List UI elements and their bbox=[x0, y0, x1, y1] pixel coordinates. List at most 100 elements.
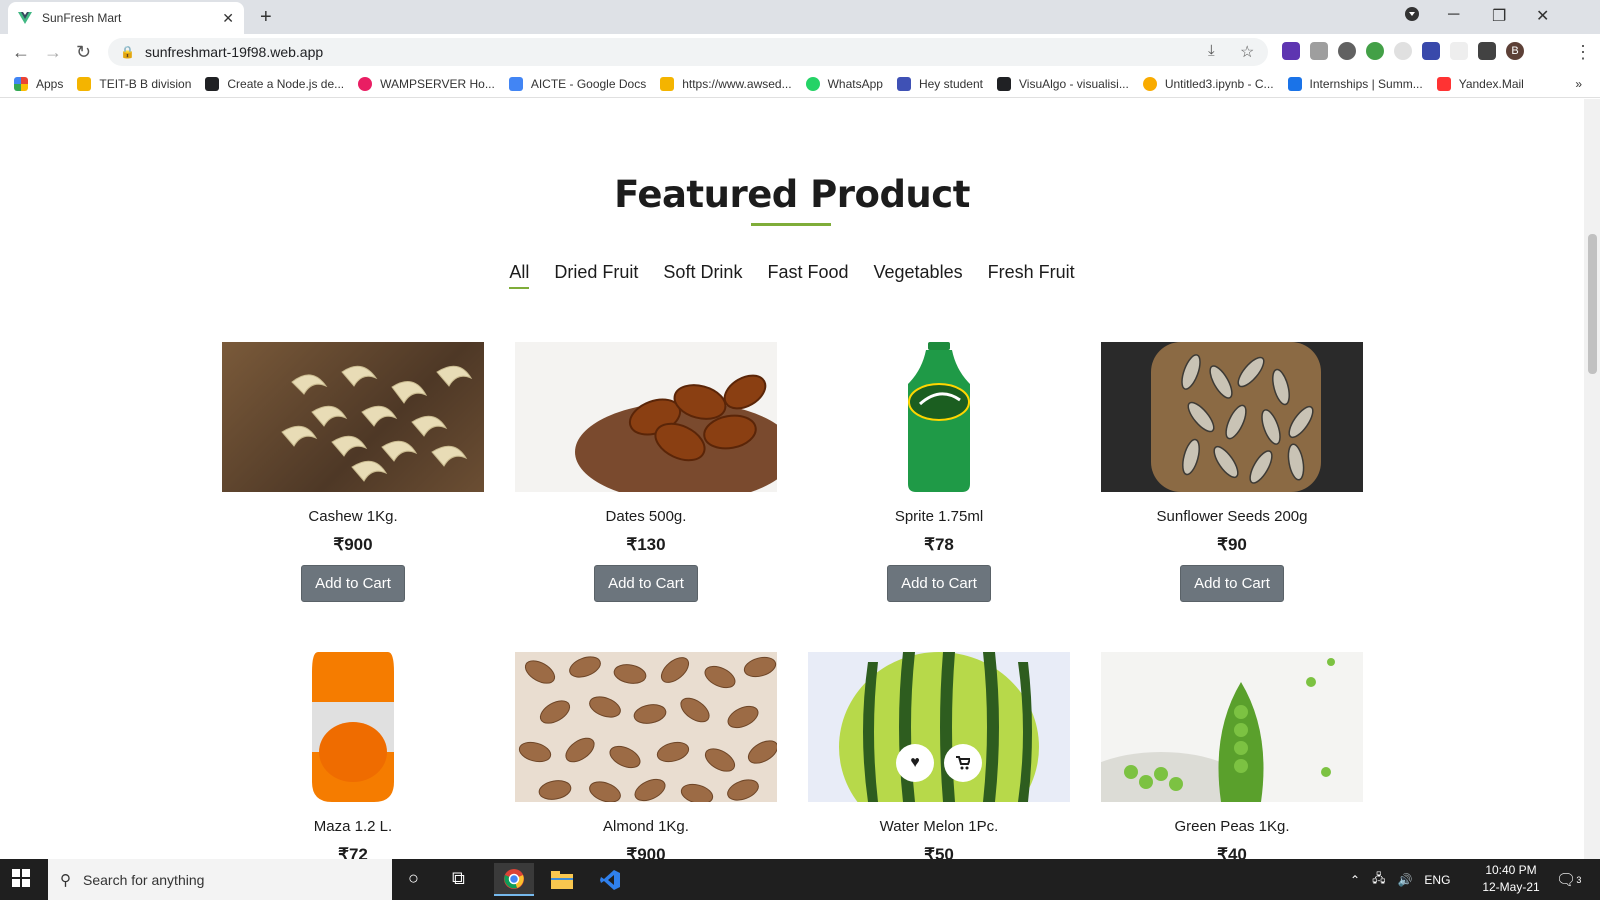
bookmark-star-icon[interactable]: ☆ bbox=[1240, 42, 1254, 62]
docs-icon bbox=[508, 76, 523, 91]
green-peas-image bbox=[1101, 658, 1335, 802]
product-name: Cashew 1Kg. bbox=[308, 508, 398, 525]
product-name: Maza 1.2 L. bbox=[313, 818, 393, 835]
notifications-icon[interactable]: 🗨 3 bbox=[1556, 859, 1581, 900]
add-to-cart-button[interactable]: Add to Cart bbox=[594, 565, 698, 602]
filter-fresh-fruit[interactable]: Fresh Fruit bbox=[988, 262, 1075, 289]
extension-icon[interactable] bbox=[1366, 42, 1384, 60]
chrome-taskbar-icon[interactable] bbox=[494, 863, 534, 896]
close-tab-icon[interactable]: ✕ bbox=[222, 10, 234, 27]
product-price: ₹50 bbox=[924, 845, 954, 859]
cortana-icon[interactable]: ○ bbox=[408, 868, 419, 889]
page-scrollbar[interactable] bbox=[1584, 99, 1600, 859]
language-indicator[interactable]: ENG bbox=[1424, 873, 1450, 887]
bookmark-item[interactable]: WhatsApp bbox=[805, 76, 883, 91]
bookmark-item[interactable]: Hey student bbox=[896, 76, 983, 91]
bookmark-item[interactable]: Apps bbox=[14, 76, 63, 91]
product-image-cashew[interactable] bbox=[222, 342, 484, 492]
browser-tab[interactable]: SunFresh Mart ✕ bbox=[8, 2, 244, 34]
whatsapp-icon bbox=[805, 76, 820, 91]
menu-kebab-icon[interactable]: ⋮ bbox=[1574, 42, 1592, 63]
task-view-icon[interactable]: ⧉ bbox=[452, 868, 465, 889]
extension-icon[interactable] bbox=[1394, 42, 1412, 60]
bookmark-item[interactable]: Untitled3.ipynb - C... bbox=[1142, 76, 1274, 91]
bookmark-item[interactable]: Create a Node.js de... bbox=[205, 76, 345, 91]
product-name: Water Melon 1Pc. bbox=[879, 818, 999, 835]
bookmark-item[interactable]: Yandex.Mail bbox=[1436, 76, 1524, 91]
bookmark-item[interactable]: VisuAlgo - visualisi... bbox=[997, 76, 1129, 91]
product-card: Sprite 1.75ml ₹78 Add to Cart bbox=[808, 342, 1070, 602]
vscode-icon[interactable] bbox=[590, 863, 630, 896]
windows-taskbar: ⚲ Search for anything ○ ⧉ ⌃ 🖧 🔊 ENG 10:4… bbox=[0, 859, 1600, 900]
extension-icon[interactable] bbox=[1422, 42, 1440, 60]
search-placeholder: Search for anything bbox=[83, 871, 205, 888]
bookmark-item[interactable]: https://www.awsed... bbox=[660, 76, 792, 91]
filter-fast-food[interactable]: Fast Food bbox=[767, 262, 848, 289]
more-bookmarks-icon[interactable]: » bbox=[1575, 77, 1582, 91]
back-icon[interactable]: ← bbox=[12, 42, 30, 63]
bookmark-item[interactable]: WAMPSERVER Ho... bbox=[358, 76, 495, 91]
chevron-up-icon[interactable]: ⌃ bbox=[1350, 873, 1360, 887]
wamp-icon bbox=[358, 76, 373, 91]
internshala-icon bbox=[1287, 76, 1302, 91]
filter-soft-drink[interactable]: Soft Drink bbox=[663, 262, 742, 289]
visualgo-icon bbox=[997, 76, 1011, 91]
network-icon[interactable]: 🖧 bbox=[1372, 869, 1385, 890]
puzzle-icon[interactable] bbox=[1478, 42, 1496, 60]
product-image-sunflower-seeds[interactable] bbox=[1101, 342, 1363, 492]
sprite-bottle-image bbox=[908, 342, 970, 492]
product-card: Dates 500g. ₹130 Add to Cart bbox=[515, 342, 777, 602]
quick-action-icons: ♥ bbox=[808, 744, 1070, 782]
extension-icon[interactable] bbox=[1310, 42, 1328, 60]
product-image-dates[interactable] bbox=[515, 342, 777, 492]
clock[interactable]: 10:40 PM 12-May-21 bbox=[1476, 862, 1546, 896]
windows-start-icon[interactable] bbox=[12, 869, 30, 892]
reload-icon[interactable]: ↻ bbox=[76, 42, 91, 63]
product-price: ₹900 bbox=[333, 535, 373, 554]
volume-icon[interactable]: 🔊 bbox=[1397, 873, 1412, 887]
bookmark-item[interactable]: TEIT-B B division bbox=[77, 76, 191, 91]
product-name: Sprite 1.75ml bbox=[894, 508, 984, 525]
window-close-icon[interactable]: ✕ bbox=[1536, 6, 1549, 26]
restore-icon[interactable]: ❐ bbox=[1492, 6, 1506, 26]
product-card: Cashew 1Kg. ₹900 Add to Cart bbox=[222, 342, 484, 602]
product-image-green-peas[interactable] bbox=[1101, 652, 1363, 802]
bookmark-label: https://www.awsed... bbox=[682, 76, 792, 91]
extension-icon[interactable] bbox=[1450, 42, 1468, 60]
wishlist-heart-icon[interactable]: ♥ bbox=[896, 744, 934, 782]
new-tab-button[interactable]: + bbox=[260, 6, 272, 29]
add-to-cart-button[interactable]: Add to Cart bbox=[301, 565, 405, 602]
add-to-cart-button[interactable]: Add to Cart bbox=[1180, 565, 1284, 602]
filter-dried-fruit[interactable]: Dried Fruit bbox=[554, 262, 638, 289]
file-explorer-icon[interactable] bbox=[542, 863, 582, 896]
add-to-cart-button[interactable]: Add to Cart bbox=[887, 565, 991, 602]
cart-icon[interactable] bbox=[944, 744, 982, 782]
install-icon[interactable]: ⤓ bbox=[1208, 42, 1215, 59]
bookmark-item[interactable]: Internships | Summ... bbox=[1287, 76, 1423, 91]
bookmark-item[interactable]: AICTE - Google Docs bbox=[508, 76, 646, 91]
filter-all[interactable]: All bbox=[509, 262, 530, 289]
vue-logo-icon bbox=[18, 12, 32, 24]
page-viewport: Featured Product All Dried Fruit Soft Dr… bbox=[0, 99, 1584, 859]
product-image-almond[interactable] bbox=[515, 652, 777, 802]
tab-search-icon[interactable] bbox=[1404, 6, 1420, 27]
product-image-sprite[interactable] bbox=[808, 342, 1070, 492]
taskbar-search-input[interactable]: ⚲ Search for anything bbox=[48, 859, 392, 900]
bookmark-label: Untitled3.ipynb - C... bbox=[1164, 76, 1274, 91]
address-bar[interactable]: 🔒 sunfreshmart-19f98.web.app bbox=[108, 38, 1268, 66]
extension-icon[interactable] bbox=[1282, 42, 1300, 60]
product-price: ₹78 bbox=[924, 535, 954, 554]
product-image-water-melon[interactable]: ♥ bbox=[808, 652, 1070, 802]
profile-avatar[interactable]: B bbox=[1506, 42, 1524, 60]
forward-icon[interactable]: → bbox=[44, 42, 62, 63]
colab-icon bbox=[1142, 76, 1157, 91]
extension-icon[interactable] bbox=[1338, 42, 1356, 60]
product-image-maza[interactable] bbox=[222, 652, 484, 802]
notification-count: 3 bbox=[1576, 874, 1582, 885]
minimize-icon[interactable]: ─ bbox=[1448, 6, 1459, 24]
product-card: Green Peas 1Kg. ₹40 bbox=[1101, 652, 1363, 859]
bookmark-label: Create a Node.js de... bbox=[227, 76, 345, 91]
browser-toolbar: ← → ↻ 🔒 sunfreshmart-19f98.web.app ⤓ ☆ B… bbox=[0, 34, 1600, 70]
filter-vegetables[interactable]: Vegetables bbox=[874, 262, 963, 289]
scrollbar-thumb[interactable] bbox=[1588, 234, 1597, 374]
